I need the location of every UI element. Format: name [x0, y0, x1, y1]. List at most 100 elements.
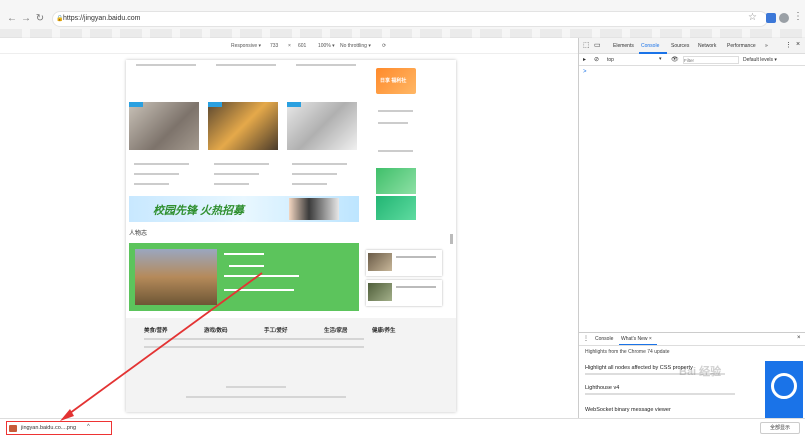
- drawer-close-icon[interactable]: ×: [797, 335, 801, 341]
- chevron-up-icon[interactable]: ^: [87, 424, 90, 430]
- back-icon[interactable]: ←: [6, 13, 18, 25]
- context-chevron-icon[interactable]: ▾: [659, 56, 662, 62]
- text-line: [226, 386, 286, 388]
- side-thumb: [368, 253, 392, 271]
- text-line: [224, 275, 299, 277]
- category-footer: 美食/营养 游戏/数码 手工/爱好 生活/家居 健康/养生: [126, 318, 456, 412]
- text-line: [134, 163, 189, 165]
- drawer-menu-icon[interactable]: ⋮: [583, 335, 589, 342]
- divider: [579, 345, 805, 346]
- show-all-button[interactable]: 全部显示: [760, 422, 800, 434]
- ad-text: 日享 福利社: [380, 78, 407, 84]
- close-icon[interactable]: ×: [796, 41, 800, 48]
- feature-card[interactable]: [129, 243, 359, 311]
- zoom-select[interactable]: 100% ▾: [318, 43, 335, 49]
- eye-icon[interactable]: 👁: [671, 56, 679, 63]
- article-image[interactable]: [287, 102, 357, 150]
- profile-avatar[interactable]: [779, 13, 789, 23]
- width-field[interactable]: 733: [270, 43, 278, 49]
- text-line: [396, 286, 436, 288]
- text-line: [144, 346, 364, 348]
- ad-badge-green[interactable]: [376, 196, 416, 220]
- section-title: 人物志: [129, 231, 148, 237]
- levels-select[interactable]: Default levels ▾: [743, 57, 777, 63]
- menu-icon[interactable]: ⋮: [793, 11, 803, 22]
- reload-icon[interactable]: ↻: [34, 13, 46, 25]
- times-sign: ×: [288, 43, 291, 49]
- tab-network[interactable]: Network: [698, 43, 716, 49]
- emulated-page: 日享 福利社 校园先锋 火热招募 人物志 美食/营养 游戏/数码 手工/爱好 生…: [126, 60, 456, 412]
- tab-elements[interactable]: Elements: [613, 43, 634, 49]
- drawer-tab-console[interactable]: Console: [595, 336, 613, 342]
- tag-badge: [208, 102, 222, 107]
- download-filename: jingyan.baidu.co....png: [21, 425, 77, 431]
- drawer-heading: Highlights from the Chrome 74 update: [585, 349, 670, 355]
- filter-input[interactable]: [683, 56, 739, 64]
- sidebar-toggle-icon[interactable]: ▸: [583, 56, 586, 63]
- feature-image: [135, 249, 217, 305]
- devtools-drawer: ⋮ Console What's New × × Highlights from…: [579, 332, 805, 419]
- text-line: [229, 265, 264, 267]
- text-line: [292, 173, 337, 175]
- tab-sources[interactable]: Sources: [671, 43, 689, 49]
- address-bar[interactable]: 🔒 https://jingyan.baidu.com: [52, 11, 768, 27]
- extension-icon[interactable]: [766, 13, 776, 23]
- inspect-icon[interactable]: ⬚: [583, 41, 590, 49]
- file-icon: [9, 425, 17, 432]
- side-article[interactable]: [366, 280, 442, 306]
- throttle-select[interactable]: No throttling ▾: [340, 43, 371, 49]
- device-select[interactable]: Responsive ▾: [231, 43, 261, 49]
- device-toolbar: Responsive ▾ 733 × 601 100% ▾ No throttl…: [0, 38, 578, 54]
- scrollbar[interactable]: [450, 234, 453, 244]
- bookmarks-bar-blurred: [0, 29, 805, 38]
- article-image[interactable]: [129, 102, 199, 150]
- category-games[interactable]: 游戏/数码: [204, 326, 228, 334]
- ad-badge-green[interactable]: [376, 168, 416, 194]
- news-item[interactable]: Highlight all nodes affected by CSS prop…: [585, 365, 693, 371]
- category-health[interactable]: 健康/养生: [372, 326, 396, 334]
- download-item[interactable]: jingyan.baidu.co....png ^: [6, 421, 112, 435]
- devtools-panel: ⬚ ▭ Elements Console Sources Network Per…: [578, 38, 805, 419]
- ad-banner-orange[interactable]: 日享 福利社: [376, 68, 416, 94]
- text-line: [378, 150, 413, 152]
- height-field[interactable]: 601: [298, 43, 306, 49]
- text-line: [292, 183, 327, 185]
- banner-people-image: [289, 198, 339, 220]
- console-prompt[interactable]: >: [583, 69, 587, 75]
- recruit-banner[interactable]: 校园先锋 火热招募: [129, 196, 359, 222]
- article-image[interactable]: [208, 102, 278, 150]
- text-line: [378, 110, 413, 112]
- clear-console-icon[interactable]: ⊘: [594, 56, 599, 63]
- rotate-icon[interactable]: ⟳: [382, 43, 386, 49]
- category-life[interactable]: 生活/家居: [324, 326, 348, 334]
- text-line: [136, 64, 196, 66]
- text-line: [134, 173, 179, 175]
- text-line: [292, 163, 347, 165]
- drawer-tab-whats-new[interactable]: What's New ×: [621, 336, 652, 342]
- category-food[interactable]: 美食/营养: [144, 326, 168, 334]
- settings-menu-icon[interactable]: ⋮: [785, 41, 792, 49]
- side-article[interactable]: [366, 250, 442, 276]
- devtools-tabs: ⬚ ▭ Elements Console Sources Network Per…: [579, 38, 805, 54]
- tab-console[interactable]: Console: [641, 43, 659, 49]
- category-crafts[interactable]: 手工/爱好: [264, 326, 288, 334]
- text-line: [224, 253, 264, 255]
- bookmark-star-icon[interactable]: ☆: [748, 12, 757, 23]
- text-line: [296, 64, 356, 66]
- text-line: [378, 122, 408, 124]
- text-line: [214, 173, 259, 175]
- tab-performance[interactable]: Performance: [727, 43, 756, 49]
- news-item[interactable]: Lighthouse v4: [585, 385, 619, 391]
- text-line: [224, 289, 294, 291]
- news-item[interactable]: WebSocket binary message viewer: [585, 407, 671, 413]
- forward-icon[interactable]: →: [20, 13, 32, 25]
- text-line: [144, 338, 364, 340]
- text-line: [585, 393, 735, 395]
- device-toggle-icon[interactable]: ▭: [594, 41, 601, 49]
- context-select[interactable]: top: [607, 57, 614, 63]
- text-line: [214, 163, 269, 165]
- tag-badge: [129, 102, 143, 107]
- watermark: Bai 经验: [679, 366, 722, 378]
- tab-more[interactable]: »: [765, 43, 768, 49]
- text-line: [214, 183, 249, 185]
